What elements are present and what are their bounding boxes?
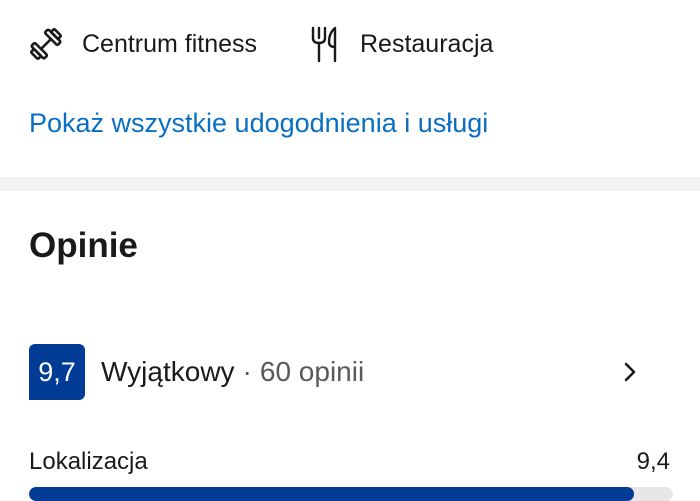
amenity-label: Restauracja xyxy=(360,29,494,58)
review-category-location: Lokalizacja 9,4 xyxy=(29,448,674,476)
section-divider xyxy=(0,177,700,191)
show-all-amenities-link[interactable]: Pokaż wszystkie udogodnienia i usługi xyxy=(29,108,488,139)
amenity-label: Centrum fitness xyxy=(82,29,258,58)
category-score-bar xyxy=(29,487,673,501)
reviews-section-title: Opinie xyxy=(29,226,138,265)
dumbbell-icon xyxy=(24,22,68,66)
category-score: 9,4 xyxy=(636,448,670,475)
amenity-restaurant: Restauracja xyxy=(302,22,493,66)
amenities-list: Centrum fitness Restauracja xyxy=(0,0,700,90)
chevron-right-icon[interactable] xyxy=(616,358,644,386)
review-count: 60 opinii xyxy=(259,356,365,387)
category-name: Lokalizacja xyxy=(29,448,148,475)
overall-rating-row[interactable]: 9,7 Wyjątkowy · 60 opinii xyxy=(29,343,674,401)
fork-knife-icon xyxy=(302,22,346,66)
amenity-fitness-center: Centrum fitness xyxy=(24,22,257,66)
rating-word: Wyjątkowy xyxy=(101,356,235,387)
review-score-badge: 9,7 xyxy=(29,344,85,400)
rating-separator: · xyxy=(242,356,252,387)
category-score-bar-fill xyxy=(29,487,635,501)
